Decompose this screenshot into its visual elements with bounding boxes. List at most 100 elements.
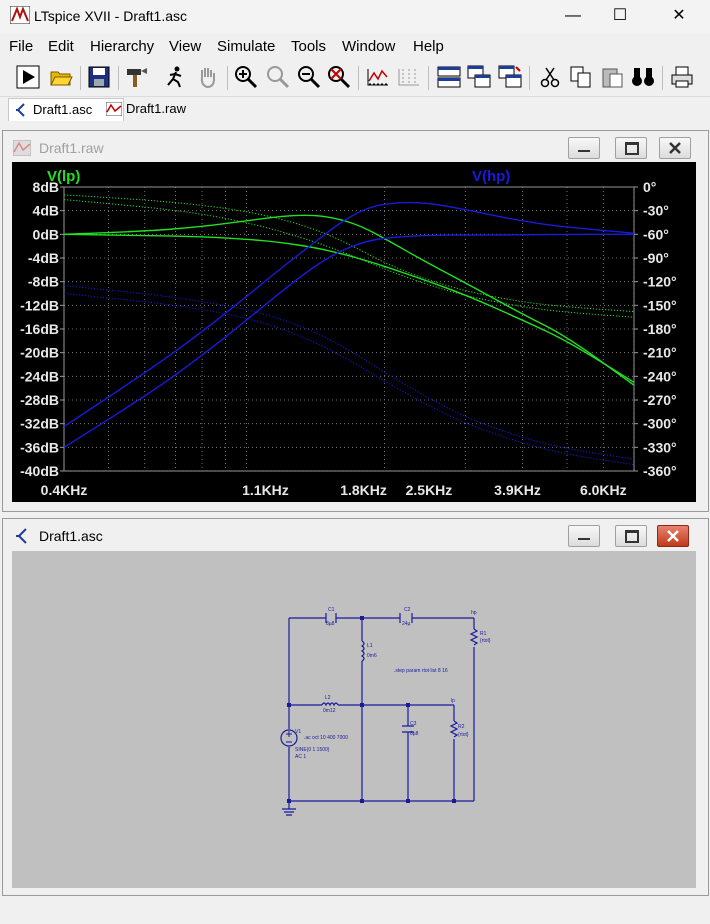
minimize-button[interactable]: [568, 137, 600, 159]
y2-tick-label: -60°: [643, 226, 669, 242]
schematic-icon: [16, 528, 27, 544]
tab-label: Draft1.asc: [33, 102, 93, 117]
tile-horizontal-icon[interactable]: [437, 65, 461, 89]
l1-name: L1: [367, 643, 373, 649]
c3-name: C3: [410, 721, 417, 727]
zoom-in-icon[interactable]: [234, 65, 258, 89]
v1-name: V1: [295, 729, 302, 735]
copy-icon[interactable]: [569, 65, 593, 89]
menu-window[interactable]: Window: [342, 38, 395, 55]
restore-button[interactable]: [615, 137, 647, 159]
y-tick-label: -28dB: [20, 392, 59, 408]
x-tick-label: 2.5KHz: [406, 482, 453, 498]
waveform-plot[interactable]: 8dB 0° 4dB -30° 0dB -60° -4dB -90° -8dB -120° -12d…: [12, 162, 696, 502]
y-tick-label: -12dB: [20, 297, 59, 313]
menu-edit[interactable]: Edit: [48, 38, 74, 55]
control-panel-hammer-icon[interactable]: [125, 65, 149, 89]
l1-value: 0m6: [367, 653, 377, 659]
paste-icon[interactable]: [600, 65, 624, 89]
y2-tick-label: -150°: [643, 297, 677, 313]
y2-tick-label: -120°: [643, 274, 677, 290]
y-tick-label: -16dB: [20, 321, 59, 337]
menu-file[interactable]: File: [9, 38, 33, 55]
zoom-out-icon[interactable]: [297, 65, 321, 89]
series-vhp-phase-6: [63, 285, 635, 460]
series-vhp-magnitude-5: [63, 233, 634, 448]
y2-tick-label: -240°: [643, 368, 677, 384]
open-folder-icon[interactable]: [49, 65, 73, 89]
y2-tick-label: -360°: [643, 463, 677, 479]
restore-button[interactable]: [615, 525, 647, 547]
schematic-wires: [280, 613, 479, 816]
y-tick-label: 0dB: [33, 226, 59, 242]
y2-tick-label: -330°: [643, 439, 677, 455]
close-button[interactable]: [659, 137, 691, 159]
tab-label: Draft1.raw: [126, 101, 186, 116]
pan-hand-icon[interactable]: [196, 65, 220, 89]
c3-value: 8µ8: [410, 731, 419, 737]
net-label-lp: lp: [451, 698, 455, 704]
c2-value: 24µ: [402, 621, 411, 627]
minimize-button[interactable]: —: [550, 0, 596, 32]
cut-icon[interactable]: [538, 65, 562, 89]
waveform-icon: [106, 102, 122, 116]
title-bar: LTspice XVII - Draft1.asc — ☐ ✕: [0, 0, 710, 34]
x-tick-label: 3.9KHz: [494, 482, 541, 498]
x-tick-label: 6.0KHz: [580, 482, 627, 498]
v1-sine: SINE(0 1 1500): [295, 747, 330, 753]
schematic-window-titlebar: Draft1.asc: [3, 519, 708, 553]
menu-tools[interactable]: Tools: [291, 38, 326, 55]
cursor-icon[interactable]: [397, 65, 421, 89]
menu-help[interactable]: Help: [413, 38, 444, 55]
close-button[interactable]: ✕: [656, 0, 702, 32]
waveform-window-titlebar: Draft1.raw: [3, 131, 708, 165]
ac-directive[interactable]: .ac oct 10 400 7000: [304, 735, 348, 741]
close-button[interactable]: [657, 525, 689, 547]
y2-tick-label: -300°: [643, 416, 677, 432]
window-title: LTspice XVII - Draft1.asc: [34, 8, 188, 24]
waveform-icon: [13, 140, 31, 156]
c1-value: 8µ8: [326, 621, 335, 627]
find-binoculars-icon[interactable]: [631, 65, 655, 89]
y-tick-label: -36dB: [20, 439, 59, 455]
step-directive[interactable]: .step param rtot list 8 16: [394, 668, 448, 674]
maximize-button[interactable]: ☐: [597, 0, 643, 32]
bode-plot-svg[interactable]: 8dB 0°4dB -30°0dB -60°-4dB -90°-8dB -120°-12d…: [12, 162, 696, 502]
menu-hierarchy[interactable]: Hierarchy: [90, 38, 154, 55]
r1-name: R1: [480, 631, 487, 637]
trace-label-vhp[interactable]: V(hp): [472, 168, 510, 185]
schematic-icon: [16, 103, 25, 117]
schematic-canvas[interactable]: C1 8µ8 C2 24µ hp R1 {rtot} L1 0m6 .step …: [12, 551, 696, 888]
tab-draft1-raw[interactable]: Draft1.raw: [102, 98, 214, 120]
tile-vertical-icon[interactable]: [498, 65, 522, 89]
print-icon[interactable]: [670, 65, 694, 89]
run-figure-icon[interactable]: [163, 65, 187, 89]
y2-tick-label: -30°: [643, 203, 669, 219]
y-tick-label: -4dB: [28, 250, 59, 266]
y-tick-label: -24dB: [20, 368, 59, 384]
y2-tick-label: -180°: [643, 321, 677, 337]
ltspice-logo-icon: [10, 6, 30, 24]
c1-name: C1: [328, 607, 335, 613]
r2-value: {rtot}: [458, 732, 469, 738]
y2-tick-label: -270°: [643, 392, 677, 408]
y2-tick-label: -90°: [643, 250, 669, 266]
menu-simulate[interactable]: Simulate: [217, 38, 275, 55]
l2-value: 0m12: [323, 708, 336, 714]
cascade-icon[interactable]: [467, 65, 491, 89]
save-icon[interactable]: [87, 65, 111, 89]
waveform-window-title: Draft1.raw: [39, 140, 104, 156]
run-icon[interactable]: [16, 65, 40, 89]
r1-value: {rtot}: [480, 638, 491, 644]
toolbar: [0, 60, 710, 97]
y-tick-label: -40dB: [20, 463, 59, 479]
autorange-icon[interactable]: [366, 65, 390, 89]
trace-label-vlp[interactable]: V(lp): [47, 168, 80, 185]
schematic-window-title: Draft1.asc: [39, 528, 103, 544]
minimize-button[interactable]: [568, 525, 600, 547]
zoom-area-icon[interactable]: [266, 65, 290, 89]
v1-ac: AC 1: [295, 754, 307, 760]
y2-tick-label: 0°: [643, 179, 656, 195]
zoom-fit-icon[interactable]: [327, 65, 351, 89]
menu-view[interactable]: View: [169, 38, 201, 55]
